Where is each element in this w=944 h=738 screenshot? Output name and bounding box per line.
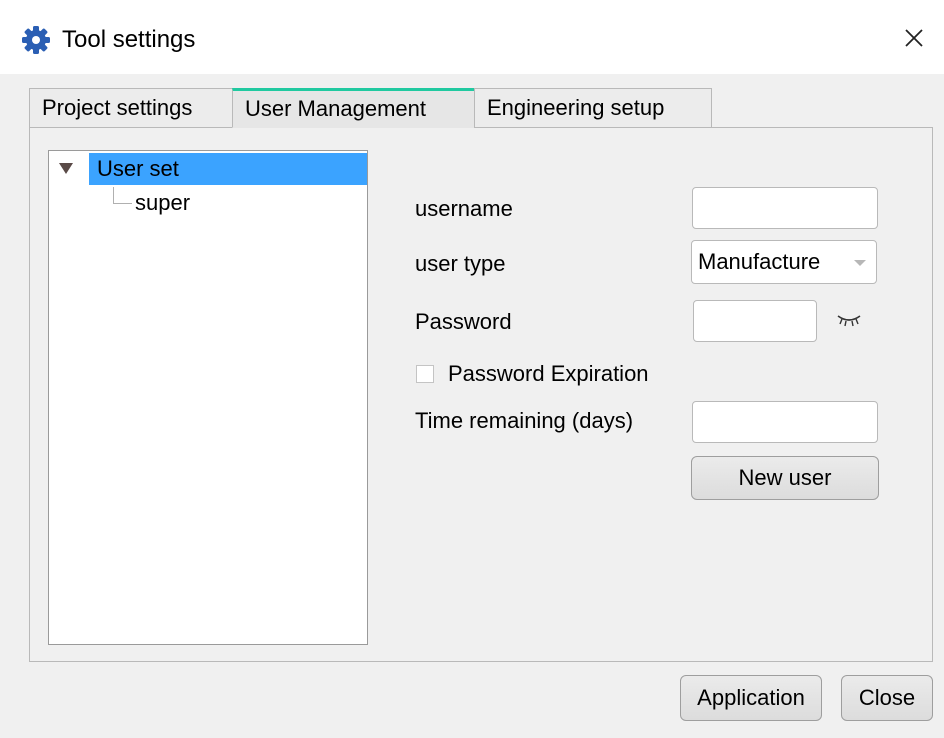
password-label: Password xyxy=(415,309,512,334)
close-button[interactable]: Close xyxy=(841,675,933,721)
tab-label: Engineering setup xyxy=(487,95,665,120)
gear-icon xyxy=(22,26,50,54)
title-bar: Tool settings xyxy=(0,0,944,74)
tree-connector xyxy=(113,187,132,204)
tool-settings-dialog: Tool settings Project settings User Mana… xyxy=(0,0,944,738)
username-label: username xyxy=(415,196,513,221)
application-button[interactable]: Application xyxy=(680,675,822,721)
password-input[interactable] xyxy=(693,300,817,342)
tab-user-management[interactable]: User Management xyxy=(232,88,475,128)
tab-project-settings[interactable]: Project settings xyxy=(29,88,233,128)
user-type-label: user type xyxy=(415,251,506,276)
tree-item-user-set[interactable]: User set xyxy=(89,153,367,185)
tab-label: User Management xyxy=(245,96,426,121)
user-type-select[interactable]: Manufacture xyxy=(691,240,877,284)
time-remaining-input[interactable] xyxy=(692,401,878,443)
tab-engineering-setup[interactable]: Engineering setup xyxy=(474,88,712,128)
user-tree[interactable]: User set super xyxy=(48,150,368,645)
collapse-caret-icon[interactable] xyxy=(59,163,73,174)
password-expiration-label: Password Expiration xyxy=(448,361,649,386)
new-user-button[interactable]: New user xyxy=(691,456,879,500)
user-type-value: Manufacture xyxy=(698,249,821,274)
close-icon[interactable] xyxy=(898,22,930,54)
dropdown-arrow-icon xyxy=(854,260,866,266)
time-remaining-label: Time remaining (days) xyxy=(415,408,634,433)
username-input[interactable] xyxy=(692,187,878,229)
window-title: Tool settings xyxy=(62,26,196,53)
eye-closed-icon[interactable] xyxy=(836,312,862,328)
tree-item-super[interactable]: super xyxy=(135,187,190,219)
tab-label: Project settings xyxy=(42,95,193,120)
password-expiration-checkbox[interactable] xyxy=(416,365,434,383)
